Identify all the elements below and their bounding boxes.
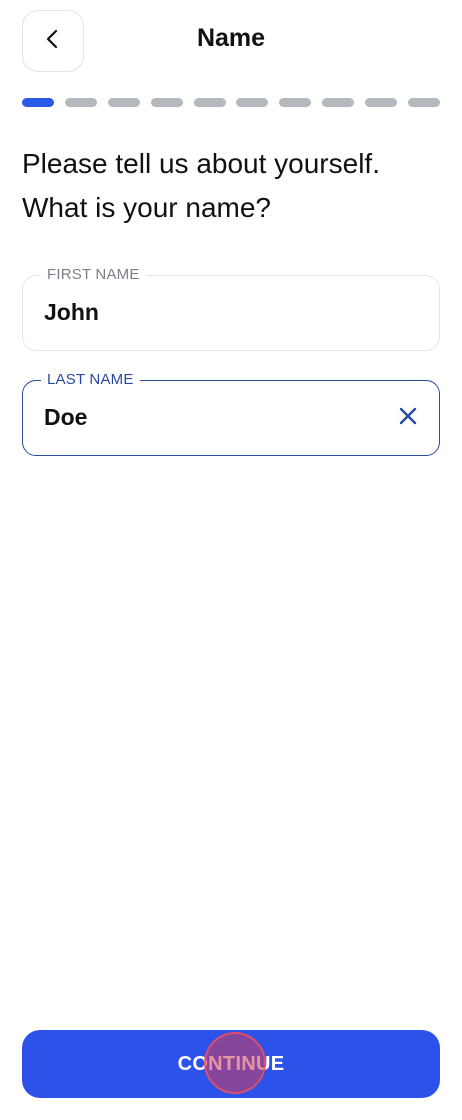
progress-step-8: [322, 98, 355, 107]
question-line-1: Please tell us about yourself.: [22, 148, 380, 179]
clear-last-name-button[interactable]: [395, 405, 421, 431]
progress-step-7: [279, 98, 312, 107]
last-name-input[interactable]: [44, 404, 364, 431]
continue-button[interactable]: CONTINUE: [22, 1030, 440, 1098]
header-bar: Name: [0, 0, 462, 84]
first-name-label: FIRST NAME: [41, 266, 146, 284]
progress-step-10: [407, 98, 440, 107]
progress-step-9: [365, 98, 397, 107]
last-name-field[interactable]: LAST NAME: [22, 371, 440, 456]
last-name-label: LAST NAME: [41, 371, 140, 389]
first-name-input[interactable]: [44, 299, 364, 326]
progress-step-5: [193, 98, 226, 107]
question-line-2: What is your name?: [22, 192, 271, 223]
progress-step-1: [22, 98, 54, 107]
continue-label: CONTINUE: [177, 1052, 285, 1075]
close-icon: [398, 406, 418, 431]
progress-step-2: [64, 98, 97, 107]
step-progress-bar: [22, 98, 440, 108]
progress-step-3: [107, 98, 140, 107]
progress-step-6: [236, 98, 269, 107]
page-title: Name: [196, 24, 266, 52]
question-heading: Please tell us about yourself. What is y…: [22, 142, 442, 230]
progress-step-4: [150, 98, 183, 107]
first-name-field[interactable]: FIRST NAME: [22, 266, 440, 351]
